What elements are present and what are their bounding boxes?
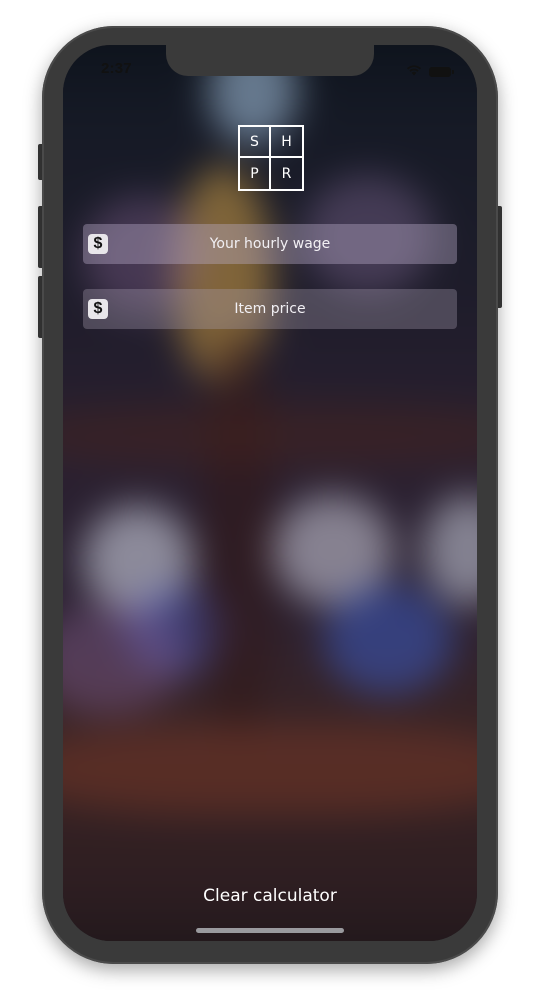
app-logo: S H P R xyxy=(238,125,304,191)
logo-letter-p: P xyxy=(240,158,271,189)
clear-calculator-button[interactable]: Clear calculator xyxy=(63,885,477,907)
logo-letter-s: S xyxy=(240,127,271,158)
status-time: 2:37 xyxy=(101,60,132,77)
item-price-input[interactable] xyxy=(83,289,457,329)
dollar-icon: $ xyxy=(88,299,108,319)
wifi-icon xyxy=(406,63,422,81)
hourly-wage-input[interactable] xyxy=(83,224,457,264)
app-screen: 2:37 S H P R $ $ Clear calculator xyxy=(63,45,477,941)
battery-icon xyxy=(429,67,454,77)
status-icons xyxy=(406,63,454,81)
device-notch xyxy=(166,45,374,76)
hourly-wage-field[interactable]: $ xyxy=(83,224,457,264)
item-price-field[interactable]: $ xyxy=(83,289,457,329)
home-indicator[interactable] xyxy=(196,928,344,933)
dollar-icon: $ xyxy=(88,234,108,254)
logo-letter-h: H xyxy=(271,127,302,158)
logo-letter-r: R xyxy=(281,165,292,182)
